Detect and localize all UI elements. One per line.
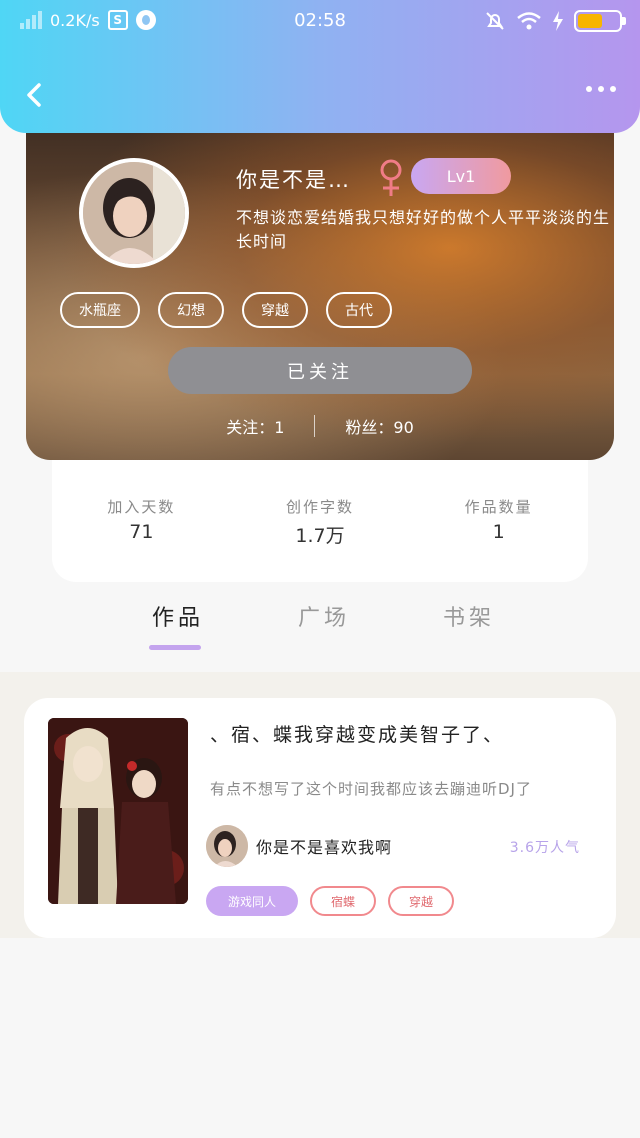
mute-bell-icon [486,12,504,30]
profile-tag[interactable]: 幻想 [158,292,224,328]
stat-works-count: 作品数量 1 [419,496,579,582]
stat-label: 加入天数 [107,498,176,516]
profile-tag[interactable]: 古代 [326,292,392,328]
wifi-icon [517,12,541,30]
author-name[interactable]: 你是不是喜欢我啊 [256,834,392,858]
status-right [484,10,626,32]
tab-bookshelf[interactable]: 书架 [443,600,495,632]
bio-text: 不想谈恋爱结婚我只想好好的做个人平平淡淡的生长时间 [236,208,611,251]
tab-square[interactable]: 广场 [298,600,350,632]
username: 你是不是… [236,168,351,192]
stat-word-count: 创作字数 1.7万 [240,496,400,582]
work-tags: 游戏同人 宿蝶 穿越 [206,886,454,916]
more-options-button[interactable] [586,86,616,92]
stat-label: 作品数量 [464,498,533,516]
author-avatar[interactable] [206,825,248,867]
stat-label: 创作字数 [285,498,354,516]
popularity-count: 3.6万人气 [509,840,580,856]
stat-value: 71 [129,521,154,543]
work-tag[interactable]: 宿蝶 [310,886,376,916]
stats-card: 加入天数 71 创作字数 1.7万 作品数量 1 [52,440,588,582]
tab-bar: 作品 广场 书架 [0,600,640,670]
stat-join-days: 加入天数 71 [61,496,221,582]
profile-tags: 水瓶座 幻想 穿越 古代 [60,292,392,328]
charging-icon [553,11,563,31]
battery-icon [574,10,626,32]
stat-value: 1 [492,521,505,543]
fans-label: 粉丝： [345,418,394,437]
fans-count: 90 [393,418,414,437]
level-badge: Lv1 [411,158,511,194]
work-cover-image[interactable] [48,718,188,904]
following-count: 1 [274,418,285,437]
tab-works[interactable]: 作品 [152,600,204,632]
female-icon [380,159,402,196]
following-stat[interactable]: 关注：1 [226,414,284,438]
profile-tag[interactable]: 水瓶座 [60,292,140,328]
stats-divider [314,415,316,437]
profile-card: 你是不是… Lv1 不想谈恋爱结婚我只想好好的做个人平平淡淡的生长时间 水瓶座 … [26,118,614,460]
following-label: 关注： [226,418,275,437]
active-tab-indicator [149,645,201,650]
follow-button[interactable]: 已关注 [168,347,472,394]
profile-tag[interactable]: 穿越 [242,292,308,328]
work-tag[interactable]: 游戏同人 [206,886,298,916]
work-tag[interactable]: 穿越 [388,886,454,916]
work-title[interactable]: 、宿、蝶我穿越变成美智子了、 [210,720,504,747]
stat-value: 1.7万 [295,525,345,547]
avatar[interactable] [79,158,189,268]
status-bar: 0.2K/s S 02:58 [0,0,640,44]
work-card[interactable]: 、宿、蝶我穿越变成美智子了、 有点不想写了这个时间我都应该去蹦迪听DJ了 你是不… [24,698,616,938]
fans-stat[interactable]: 粉丝：90 [345,414,413,438]
follow-stats: 关注：1 粉丝：90 [26,414,614,438]
top-header: 0.2K/s S 02:58 [0,0,640,133]
work-description: 有点不想写了这个时间我都应该去蹦迪听DJ了 [210,780,532,798]
back-button[interactable] [22,80,48,110]
